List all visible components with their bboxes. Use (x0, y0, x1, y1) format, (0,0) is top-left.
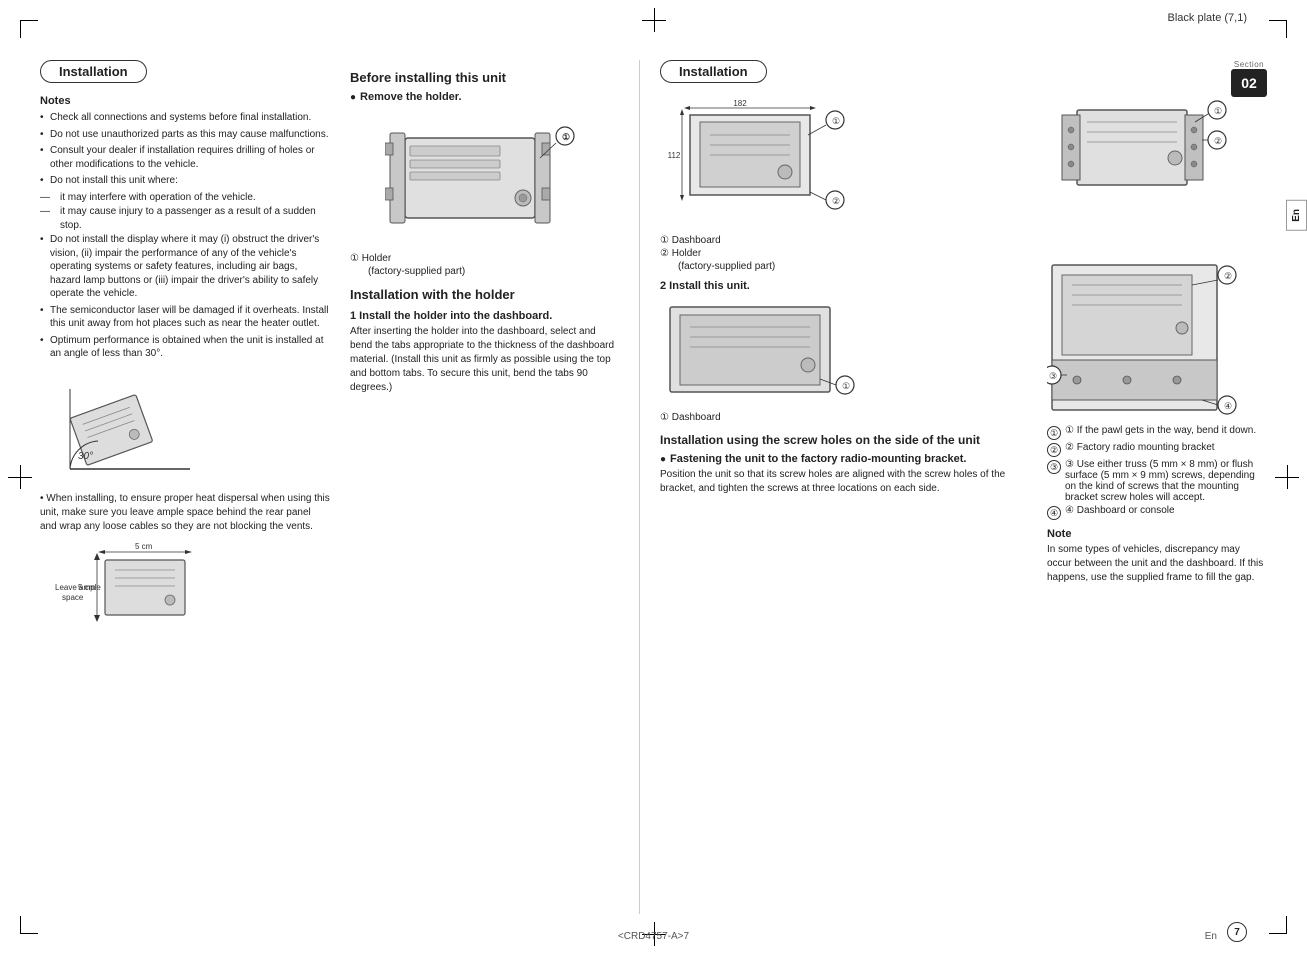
svg-text:②: ② (832, 196, 840, 206)
note-item-1: Check all connections and systems before… (40, 111, 330, 125)
holder-callout-2: ② Holder (660, 248, 1032, 259)
callout-num-2: ② (1047, 443, 1061, 457)
holder-callout-sub: (factory-supplied part) (350, 266, 619, 277)
mid-column: Before installing this unit Remove the h… (350, 60, 640, 914)
page-num-circle: 7 (1227, 922, 1247, 942)
remove-holder-heading: Remove the holder. (350, 91, 619, 103)
bracket-svg-top: ① ② (1047, 90, 1247, 250)
svg-text:④: ④ (1224, 401, 1232, 411)
callout-num-4: ④ (1047, 506, 1061, 520)
right-left-col: Installation 182 (660, 60, 1047, 914)
right-callout-2: ② ② Factory radio mounting bracket (1047, 442, 1267, 457)
right-callout-1: ① ① If the pawl gets in the way, bend it… (1047, 425, 1267, 440)
callout-text-1: ① If the pawl gets in the way, bend it d… (1065, 425, 1256, 436)
dashboard-label-1: ① Dashboard (660, 235, 721, 246)
note-sub-2: it may cause injury to a passenger as a … (40, 205, 330, 232)
main-content: Installation Notes Check all connections… (40, 60, 1267, 914)
svg-text:112: 112 (668, 151, 681, 160)
angle-svg: 30° (60, 369, 200, 484)
dashboard-diagram: 182 112 ① ② (660, 100, 860, 230)
fastening-text: Position the unit so that its screw hole… (660, 468, 1032, 496)
step1-text: After inserting the holder into the dash… (350, 325, 619, 395)
note-item-5: Do not install the display where it may … (40, 233, 330, 301)
right-callout-4: ④ ④ Dashboard or console (1047, 505, 1267, 520)
holder-callout-text: ① Holder (350, 253, 391, 264)
crosshair-right (1275, 465, 1299, 489)
notes-list: Check all connections and systems before… (40, 111, 330, 361)
note-item-7: Optimum performance is obtained when the… (40, 334, 330, 361)
install-svg: ① (660, 297, 860, 407)
callout-text-3: ③ Use either truss (5 mm × 8 mm) or flus… (1065, 459, 1267, 503)
svg-text:②: ② (1224, 271, 1232, 281)
svg-text:space: space (62, 593, 84, 602)
ample-space-diagram: Leave ample space 5 cm 5 cm (50, 540, 220, 640)
svg-text:①: ① (832, 116, 840, 126)
note-text: In some types of vehicles, discrepancy m… (1047, 543, 1267, 585)
svg-text:182: 182 (733, 100, 747, 108)
install-diagram: ① (660, 297, 860, 407)
holder-diagram: ① (385, 108, 585, 248)
right-right-col: ① ② (1047, 60, 1267, 914)
step2-label: 2 Install this unit. (660, 280, 1032, 292)
holder-callout: ① Holder (350, 253, 619, 264)
svg-text:5 cm: 5 cm (135, 542, 153, 551)
corner-mark-br (1269, 916, 1287, 934)
angle-diagram: 30° (60, 369, 200, 484)
left-column: Installation Notes Check all connections… (40, 60, 350, 914)
holder-label: ② Holder (660, 248, 701, 259)
right-callout-3: ③ ③ Use either truss (5 mm × 8 mm) or fl… (1047, 459, 1267, 503)
svg-text:②: ② (1214, 136, 1222, 146)
svg-text:30°: 30° (78, 451, 93, 462)
svg-text:①: ① (1214, 106, 1222, 116)
note-sub-1: it may interfere with operation of the v… (40, 191, 330, 205)
step1-label: 1 Install the holder into the dashboard. (350, 310, 619, 322)
note-item-4: Do not install this unit where: (40, 174, 330, 188)
note-title: Note (1047, 528, 1267, 540)
install-with-holder-heading: Installation with the holder (350, 287, 619, 302)
page-title: Black plate (7,1) (1168, 12, 1247, 24)
notes-title: Notes (40, 95, 330, 107)
dashboard-label-2: ① Dashboard (660, 412, 721, 423)
corner-mark-tr (1269, 20, 1287, 38)
english-tab: En (1286, 200, 1307, 231)
dashboard-svg: 182 112 ① ② (660, 100, 860, 230)
bracket-svg-bottom: ② ③ ④ (1047, 260, 1247, 420)
note-section: Note In some types of vehicles, discrepa… (1047, 528, 1267, 585)
footer-en: En (1205, 931, 1217, 942)
ample-svg: Leave ample space 5 cm 5 cm (50, 540, 220, 640)
note-item-2: Do not use unauthorized parts as this ma… (40, 128, 330, 142)
page-number-area: 7 (1227, 922, 1247, 942)
ample-space-text: • When installing, to ensure proper heat… (40, 492, 330, 534)
crosshair-top (642, 8, 666, 32)
holder-sub-label: (factory-supplied part) (660, 261, 1032, 272)
right-columns: Installation 182 (640, 60, 1267, 914)
bracket-diagram-bottom: ② ③ ④ (1047, 260, 1247, 420)
crosshair-left (8, 465, 32, 489)
svg-text:①: ① (562, 132, 570, 142)
note-item-6: The semiconductor laser will be damaged … (40, 304, 330, 331)
svg-text:5 cm: 5 cm (78, 583, 96, 592)
callout-text-4: ④ Dashboard or console (1065, 505, 1175, 516)
screw-heading: Installation using the screw holes on th… (660, 433, 1032, 447)
corner-mark-tl (20, 20, 38, 38)
dashboard-callout-2: ① Dashboard (660, 412, 1032, 423)
callout-num-1: ① (1047, 426, 1061, 440)
corner-mark-bl (20, 916, 38, 934)
note-item-3: Consult your dealer if installation requ… (40, 144, 330, 171)
dashboard-callout-1: ① Dashboard (660, 235, 1032, 246)
before-heading: Before installing this unit (350, 70, 619, 85)
bracket-diagram-top: ① ② (1047, 90, 1247, 250)
callout-text-2: ② Factory radio mounting bracket (1065, 442, 1215, 453)
svg-text:①: ① (842, 381, 850, 391)
left-section-header: Installation (40, 60, 147, 83)
svg-text:③: ③ (1049, 371, 1057, 381)
footer-code: <CRD4757-A>7 (618, 931, 689, 942)
callout-num-3: ③ (1047, 460, 1061, 474)
holder-svg: ① (385, 108, 585, 248)
right-section-header: Installation (660, 60, 767, 83)
footer-lang: En (1205, 931, 1217, 942)
fastening-heading: Fastening the unit to the factory radio-… (660, 453, 1032, 465)
